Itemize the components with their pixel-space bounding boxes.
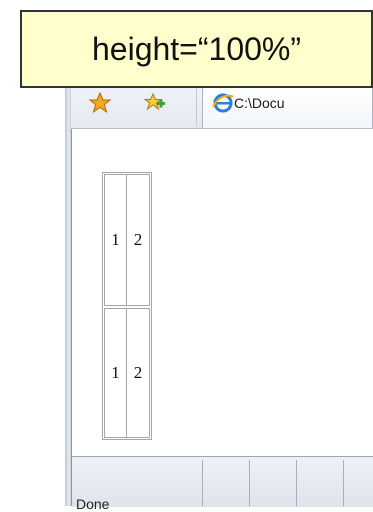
favorites-star-icon[interactable] (88, 91, 112, 114)
status-separator (343, 460, 344, 506)
status-separator (249, 460, 250, 506)
tab-separator (196, 88, 197, 126)
table-cell: 2 (126, 308, 150, 438)
tab-title: C:\Docu (234, 95, 285, 111)
status-text: Done (76, 496, 110, 512)
caption-label: height=“100%” (20, 10, 373, 88)
add-favorites-icon[interactable] (143, 92, 166, 114)
status-separator (202, 460, 203, 506)
table-cell: 1 (104, 174, 127, 306)
status-bar (72, 456, 373, 507)
ie-icon (211, 91, 235, 115)
table-cell: 2 (126, 174, 150, 306)
status-separator (296, 460, 297, 506)
table-cell: 1 (104, 308, 127, 438)
